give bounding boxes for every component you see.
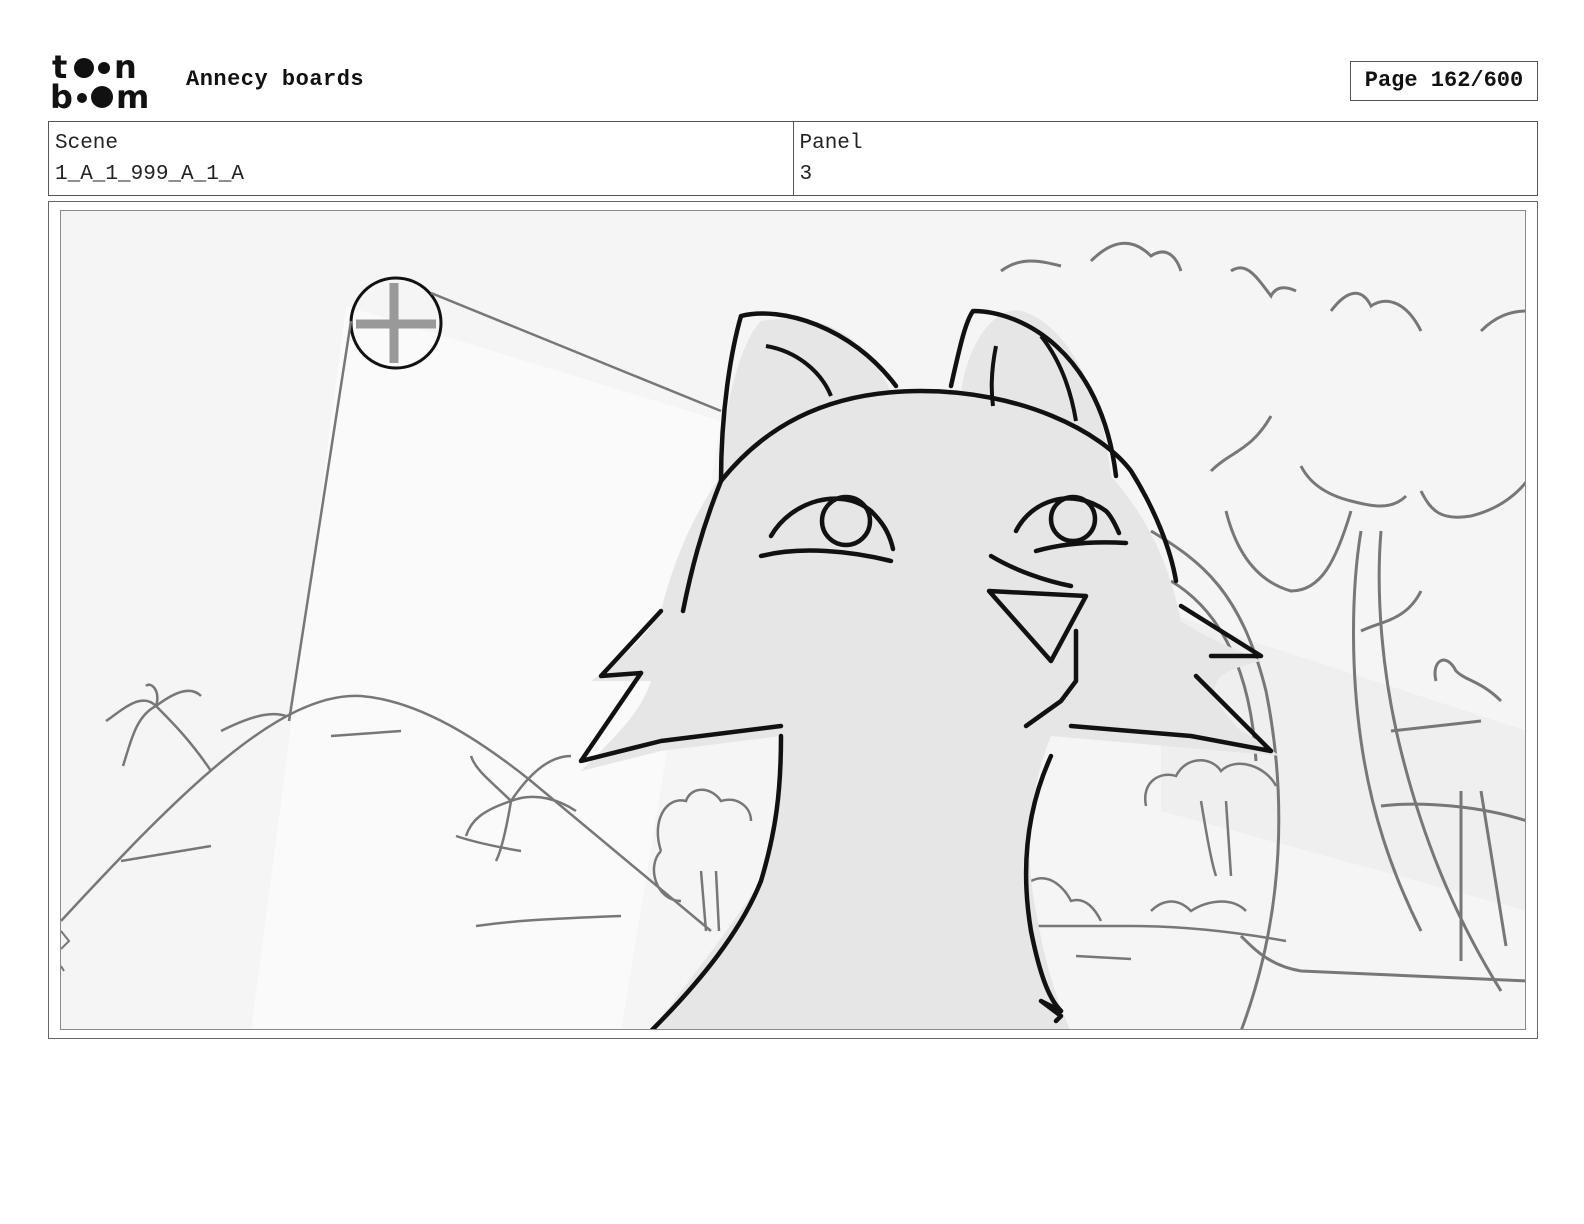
storyboard-panel-frame [48,201,1538,1039]
panel-cell: Panel 3 [792,122,1538,195]
scene-cell: Scene 1_A_1_999_A_1_A [49,122,793,195]
page-indicator: Page 162/600 [1350,61,1538,101]
storyboard-panel-image [60,210,1526,1030]
scene-label: Scene [55,132,119,155]
toon-boom-logo: t n b m [50,48,166,116]
panel-label: Panel [799,132,863,155]
scene-value: 1_A_1_999_A_1_A [55,163,245,186]
svg-text:b: b [50,78,73,112]
toon-boom-logo-icon: t n b m [50,48,149,116]
storyboard-sketch-fox-icon [61,241,1525,1029]
scene-panel-info-table: Scene 1_A_1_999_A_1_A Panel 3 [48,121,1538,196]
project-title: Annecy boards [186,67,365,92]
panel-value: 3 [799,163,813,186]
svg-text:m: m [116,78,149,112]
